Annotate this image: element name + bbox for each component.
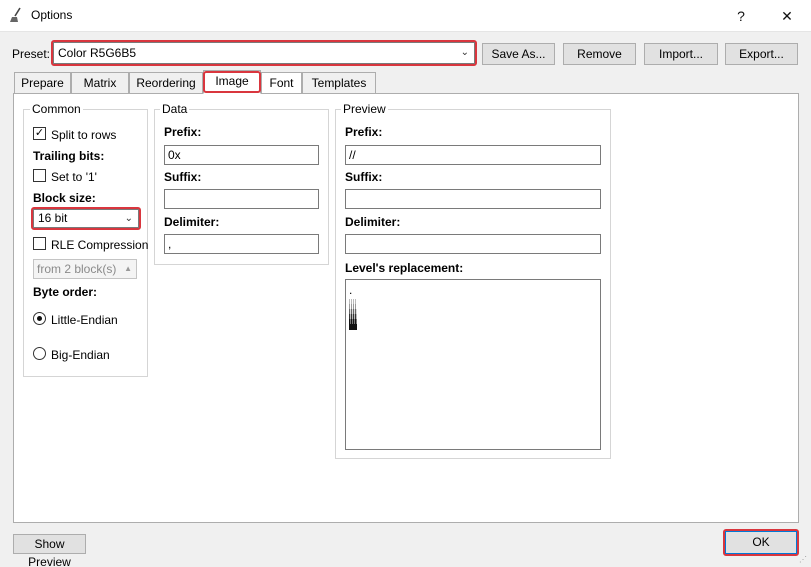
tab-templates[interactable]: Templates <box>302 72 376 93</box>
set-to-1-label: Set to '1' <box>51 170 97 184</box>
tab-reordering[interactable]: Reordering <box>129 72 203 93</box>
title-bar <box>0 0 811 32</box>
tab-image-highlight <box>203 71 261 93</box>
ok-button[interactable]: OK <box>725 531 797 554</box>
split-rows-checkbox[interactable]: ✓ <box>33 127 46 140</box>
window-title: Options <box>31 8 73 22</box>
data-suffix-label: Suffix: <box>164 170 202 184</box>
data-group-title: Data <box>160 102 190 116</box>
chevron-down-icon: ⌄ <box>124 213 133 224</box>
resize-grip-icon[interactable]: ⋰ <box>799 555 809 565</box>
level-shades-icon <box>349 299 357 330</box>
rle-label: RLE Compression <box>51 238 149 252</box>
save-as-button[interactable]: Save As... <box>482 43 555 65</box>
preset-value: Color R5G6B5 <box>58 46 137 60</box>
preview-prefix-input[interactable]: // <box>345 145 601 165</box>
close-button[interactable]: ✕ <box>764 0 810 32</box>
data-delimiter-input[interactable]: , <box>164 234 319 254</box>
remove-button[interactable]: Remove <box>563 43 636 65</box>
preview-suffix-input[interactable] <box>345 189 601 209</box>
preset-label: Preset: <box>12 47 51 61</box>
rle-from-value: from 2 block(s) <box>37 262 117 276</box>
split-rows-label: Split to rows <box>51 128 117 142</box>
rle-from-spinbox[interactable]: from 2 block(s) ▲ <box>33 259 137 279</box>
preview-delimiter-label: Delimiter: <box>345 215 401 229</box>
data-suffix-input[interactable] <box>164 189 319 209</box>
spin-arrows-icon: ▲ <box>124 264 132 273</box>
tab-matrix[interactable]: Matrix <box>71 72 129 93</box>
check-icon: ✓ <box>34 127 45 139</box>
big-endian-radio[interactable] <box>33 347 46 360</box>
import-button[interactable]: Import... <box>644 43 718 65</box>
byte-order-label: Byte order: <box>33 285 98 299</box>
block-size-combo[interactable]: 16 bit ⌄ <box>33 209 139 228</box>
big-endian-label: Big-Endian <box>51 348 110 362</box>
block-size-label: Block size: <box>33 191 96 205</box>
preview-suffix-label: Suffix: <box>345 170 383 184</box>
trailing-bits-label: Trailing bits: <box>33 149 105 163</box>
tab-prepare[interactable]: Prepare <box>14 72 71 93</box>
chevron-down-icon: ⌄ <box>460 47 469 58</box>
preview-delimiter-input[interactable] <box>345 234 601 254</box>
show-preview-button[interactable]: Show Preview <box>13 534 86 567</box>
levels-first-line: . <box>349 283 353 297</box>
data-prefix-input[interactable]: 0x <box>164 145 319 165</box>
close-icon: ✕ <box>781 8 793 24</box>
block-size-value: 16 bit <box>38 211 68 225</box>
help-button[interactable]: ? <box>718 0 764 32</box>
little-endian-radio[interactable] <box>33 312 46 325</box>
common-group-title: Common <box>30 102 83 116</box>
preset-combo[interactable]: Color R5G6B5 ⌄ <box>53 42 475 64</box>
preview-group-title: Preview <box>341 102 388 116</box>
tab-font[interactable]: Font <box>261 72 302 93</box>
levels-label: Level's replacement: <box>345 261 464 275</box>
levels-textarea[interactable]: . <box>345 279 601 450</box>
data-prefix-label: Prefix: <box>164 125 202 139</box>
broom-icon <box>9 7 25 23</box>
little-endian-label: Little-Endian <box>51 313 118 327</box>
set-to-1-checkbox[interactable] <box>33 169 46 182</box>
data-delimiter-label: Delimiter: <box>164 215 220 229</box>
export-button[interactable]: Export... <box>725 43 798 65</box>
preview-prefix-label: Prefix: <box>345 125 383 139</box>
rle-checkbox[interactable] <box>33 237 46 250</box>
